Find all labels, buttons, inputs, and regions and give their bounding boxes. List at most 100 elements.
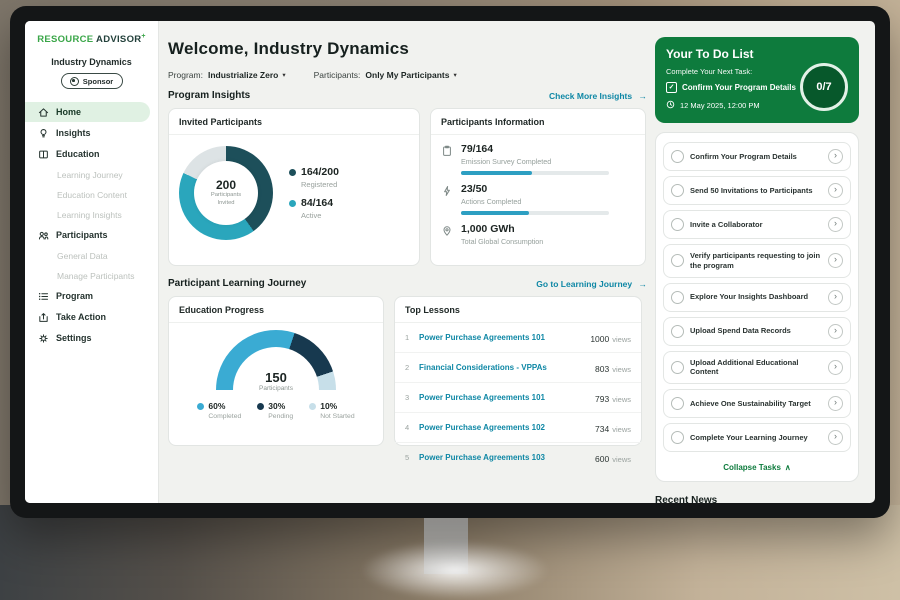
task-row[interactable]: Send 50 Invitations to Participants ›	[663, 176, 851, 205]
info-value: 23/50	[461, 183, 609, 195]
task-label: Upload Spend Data Records	[690, 326, 822, 336]
progress-bar-fill	[461, 171, 532, 175]
collapse-tasks-button[interactable]: Collapse Tasks ∧	[661, 457, 853, 477]
program-filter[interactable]: Program: Industrialize Zero ▾	[168, 70, 286, 80]
sidebar-item-label: Participants	[56, 230, 108, 240]
sidebar-item-general-data[interactable]: General Data	[25, 246, 150, 265]
sidebar-item-program[interactable]: Program	[25, 286, 150, 306]
check-more-insights-link[interactable]: Check More Insights →	[549, 91, 647, 101]
task-checkbox[interactable]	[671, 325, 684, 338]
sidebar-item-insights[interactable]: Insights	[25, 123, 150, 143]
sidebar-item-label: Education Content	[57, 190, 127, 200]
legend-item: 10% Not Started	[309, 401, 354, 420]
gear-icon	[38, 333, 49, 344]
lesson-row[interactable]: 2 Financial Considerations - VPPAs 803vi…	[395, 353, 641, 383]
task-row[interactable]: Verify participants requesting to join t…	[663, 244, 851, 278]
brand-resource: RESOURCE	[37, 34, 93, 45]
learning-journey-header: Participant Learning Journey Go to Learn…	[168, 278, 647, 289]
lesson-views: 803	[595, 364, 609, 374]
chevron-right-icon[interactable]: ›	[828, 290, 843, 305]
task-checkbox[interactable]	[671, 218, 684, 231]
sidebar-item-education-content[interactable]: Education Content	[25, 185, 150, 204]
task-checkbox[interactable]	[671, 397, 684, 410]
participants-filter[interactable]: Participants: Only My Participants ▾	[314, 70, 457, 80]
lesson-link[interactable]: Power Purchase Agreements 103	[419, 453, 588, 462]
sidebar-item-label: Insights	[56, 128, 91, 138]
sidebar-item-take-action[interactable]: Take Action	[25, 307, 150, 327]
legend-label: Not Started	[320, 413, 354, 420]
chevron-right-icon[interactable]: ›	[828, 430, 843, 445]
checkbox-icon[interactable]: ✓	[666, 82, 677, 93]
lesson-link[interactable]: Power Purchase Agreements 102	[419, 423, 588, 432]
lesson-rank: 2	[405, 363, 412, 372]
page-title: Welcome, Industry Dynamics	[168, 39, 649, 59]
sidebar-item-label: Program	[56, 291, 93, 301]
collapse-label: Collapse Tasks	[723, 463, 781, 472]
participants-filter-label: Participants:	[314, 70, 361, 80]
chevron-right-icon[interactable]: ›	[828, 183, 843, 198]
lesson-row[interactable]: 1 Power Purchase Agreements 101 1000view…	[395, 323, 641, 353]
sidebar-item-education[interactable]: Education	[25, 144, 150, 164]
next-task-label: Confirm Your Program Details	[682, 83, 796, 92]
task-row[interactable]: Invite a Collaborator ›	[663, 210, 851, 239]
sponsor-badge[interactable]: Sponsor	[61, 73, 123, 89]
next-task-row[interactable]: ✓ Confirm Your Program Details	[666, 82, 796, 93]
task-checkbox[interactable]	[671, 361, 684, 374]
lesson-rank: 3	[405, 393, 412, 402]
sidebar-item-label: Manage Participants	[57, 271, 135, 281]
survey-icon	[441, 144, 453, 156]
go-to-learning-journey-link[interactable]: Go to Learning Journey →	[536, 279, 647, 289]
sidebar-item-manage-participants[interactable]: Manage Participants	[25, 266, 150, 285]
education-card-body: 150 Participants 60% Completed 30% Pendi…	[169, 323, 383, 420]
invited-participants-card: Invited Participants 200 Participants In…	[168, 108, 420, 266]
sidebar-item-participants[interactable]: Participants	[25, 225, 150, 245]
progress-bar	[461, 171, 609, 175]
legend-item: 30% Pending	[257, 401, 293, 420]
clock-icon	[666, 100, 675, 111]
lesson-row[interactable]: 4 Power Purchase Agreements 102 734views	[395, 413, 641, 443]
task-label: Complete Your Learning Journey	[690, 433, 822, 443]
chevron-right-icon[interactable]: ›	[828, 324, 843, 339]
sidebar-item-label: Learning Insights	[57, 210, 122, 220]
chevron-right-icon[interactable]: ›	[828, 396, 843, 411]
task-checkbox[interactable]	[671, 184, 684, 197]
chevron-right-icon[interactable]: ›	[828, 217, 843, 232]
chevron-right-icon[interactable]: ›	[828, 149, 843, 164]
task-checkbox[interactable]	[671, 254, 684, 267]
lesson-link[interactable]: Financial Considerations - VPPAs	[419, 363, 588, 372]
task-checkbox[interactable]	[671, 150, 684, 163]
sidebar-item-settings[interactable]: Settings	[25, 328, 150, 348]
lesson-row[interactable]: 3 Power Purchase Agreements 101 793views	[395, 383, 641, 413]
chevron-right-icon[interactable]: ›	[828, 253, 843, 268]
lesson-link[interactable]: Power Purchase Agreements 101	[419, 333, 583, 342]
program-filter-value: Industrialize Zero	[208, 70, 278, 80]
legend-dot	[197, 403, 204, 410]
chevron-right-icon[interactable]: ›	[828, 360, 843, 375]
sidebar-item-learning-journey[interactable]: Learning Journey	[25, 165, 150, 184]
task-label: Upload Additional Educational Content	[690, 358, 822, 378]
legend-dot	[289, 169, 296, 176]
task-row[interactable]: Achieve One Sustainability Target ›	[663, 389, 851, 418]
lightning-icon	[441, 184, 453, 196]
lesson-link[interactable]: Power Purchase Agreements 101	[419, 393, 588, 402]
task-row[interactable]: Upload Spend Data Records ›	[663, 317, 851, 346]
task-row[interactable]: Confirm Your Program Details ›	[663, 142, 851, 171]
people-icon	[38, 230, 49, 241]
task-checkbox[interactable]	[671, 291, 684, 304]
book-icon	[38, 149, 49, 160]
lesson-views-unit: views	[612, 395, 631, 404]
sidebar-item-home[interactable]: Home	[25, 102, 150, 122]
task-row[interactable]: Explore Your Insights Dashboard ›	[663, 283, 851, 312]
donut-center: 200 Participants Invited	[194, 161, 258, 225]
sidebar-item-learning-insights[interactable]: Learning Insights	[25, 205, 150, 224]
task-checkbox[interactable]	[671, 431, 684, 444]
gauge-center-label: Participants	[216, 385, 336, 392]
chevron-up-icon: ∧	[785, 463, 791, 472]
task-row[interactable]: Upload Additional Educational Content ›	[663, 351, 851, 385]
action-box-icon	[38, 312, 49, 323]
card-title: Education Progress	[169, 297, 383, 323]
task-row[interactable]: Complete Your Learning Journey ›	[663, 423, 851, 452]
monitor-bezel: RESOURCE ADVISOR+ Industry Dynamics Spon…	[10, 6, 890, 518]
page: { "brand": {"resource": "RESOURCE", "adv…	[0, 0, 900, 600]
lesson-row[interactable]: 5 Power Purchase Agreements 103 600views	[395, 443, 641, 472]
